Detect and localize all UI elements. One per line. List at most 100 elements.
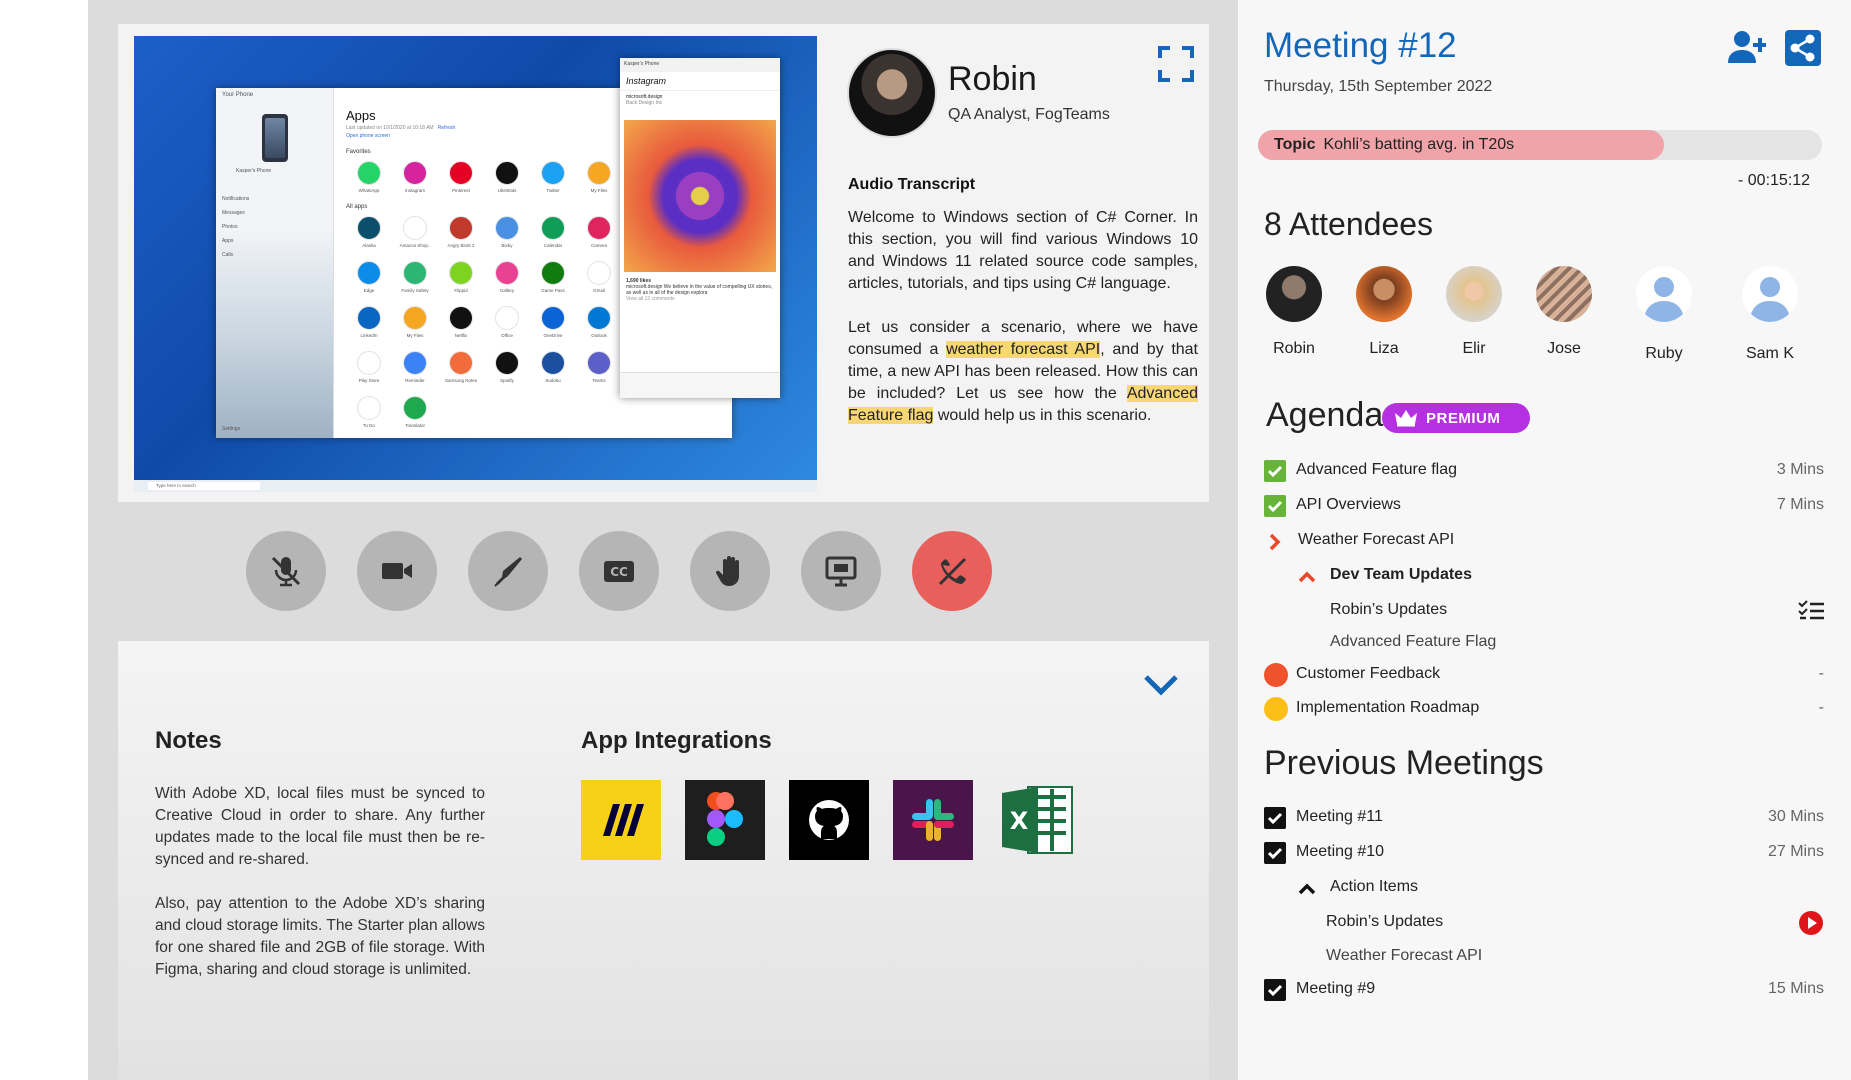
transcript-highlight-1[interactable]: weather forecast API [946, 341, 1101, 358]
checkbox-checked-icon[interactable] [1264, 979, 1286, 1001]
phone-app-tile[interactable]: Spotify [484, 351, 530, 384]
annotate-button[interactable] [468, 531, 548, 611]
app-icon [403, 306, 427, 330]
figma-icon [707, 792, 743, 846]
miro-integration[interactable] [581, 780, 661, 860]
screen-share-button[interactable] [801, 531, 881, 611]
agenda-item[interactable]: Implementation Roadmap - [1264, 696, 1824, 722]
mute-button[interactable] [246, 531, 326, 611]
agenda-item-duration: - [1818, 699, 1824, 716]
attendee[interactable]: Liza [1354, 266, 1414, 358]
phone-app-tile[interactable]: To Do [346, 396, 392, 429]
phone-app-tile[interactable]: Amazon Shop.. [392, 216, 438, 249]
phone-app-tile[interactable]: Netflix [438, 306, 484, 339]
transcript-paragraph-2: Let us consider a scenario, where we hav… [848, 317, 1198, 427]
phone-app-tile[interactable]: OneDrive [530, 306, 576, 339]
previous-meeting-item[interactable]: Meeting #10 27 Mins [1264, 840, 1824, 866]
crown-icon [1395, 410, 1417, 427]
phone-app-tile[interactable]: Pinterest [438, 161, 484, 194]
phone-app-tile[interactable]: Edge [346, 261, 392, 294]
nav-messages: Messages [222, 210, 245, 216]
app-label: Outlook [591, 333, 607, 338]
chevron-right-icon[interactable] [1268, 533, 1282, 551]
play-icon[interactable] [1798, 910, 1824, 936]
taskbar-search: Type here to search [148, 482, 260, 490]
app-icon [403, 216, 427, 240]
phone-app-tile[interactable]: Gmail [576, 261, 622, 294]
phone-app-tile[interactable]: Family Safety [392, 261, 438, 294]
topic-label: Topic [1274, 136, 1316, 153]
excel-integration[interactable]: X [997, 780, 1077, 860]
agenda-subitem[interactable]: Advanced Feature Flag [1264, 630, 1824, 656]
agenda-item[interactable]: Advanced Feature flag 3 Mins [1264, 458, 1824, 484]
phone-app-tile[interactable]: Translator [392, 396, 438, 429]
phone-app-tile[interactable]: Game Pass [530, 261, 576, 294]
previous-meeting-item[interactable]: Meeting #11 30 Mins [1264, 805, 1824, 831]
phone-app-tile[interactable]: Twitter [530, 161, 576, 194]
raise-hand-button[interactable] [690, 531, 770, 611]
app-label: Translator [404, 423, 426, 428]
agenda-subitem[interactable]: Robin’s Updates [1264, 598, 1824, 624]
phone-app-tile[interactable]: My Files [392, 306, 438, 339]
chevron-up-icon[interactable] [1298, 882, 1316, 896]
chevron-up-icon[interactable] [1298, 570, 1316, 584]
phone-app-tile[interactable]: Flippid [438, 261, 484, 294]
checkbox-checked-icon[interactable] [1264, 495, 1286, 517]
end-call-button[interactable] [912, 531, 992, 611]
previous-meeting-item[interactable]: Meeting #9 15 Mins [1264, 977, 1824, 1003]
phone-app-tile[interactable]: Calendar [530, 216, 576, 249]
phone-app-tile[interactable]: Sudoku [530, 351, 576, 384]
figma-integration[interactable] [685, 780, 765, 860]
attendee[interactable]: Jose [1534, 266, 1594, 358]
attendee[interactable]: Ruby [1634, 266, 1694, 363]
agenda-item[interactable]: Weather Forecast API [1264, 528, 1824, 554]
agenda-subitem[interactable]: Dev Team Updates [1264, 563, 1824, 589]
slack-integration[interactable] [893, 780, 973, 860]
checklist-icon[interactable] [1798, 600, 1824, 622]
phone-app-tile[interactable]: Office [484, 306, 530, 339]
phone-app-tile[interactable]: Teams [576, 351, 622, 384]
checkbox-checked-icon[interactable] [1264, 460, 1286, 482]
attendee[interactable]: Sam K [1740, 266, 1800, 363]
phone-app-tile[interactable]: Gallery [484, 261, 530, 294]
agenda-item[interactable]: API Overviews 7 Mins [1264, 493, 1824, 519]
agenda-title: Agenda [1266, 396, 1384, 434]
agenda-item[interactable]: Customer Feedback - [1264, 662, 1824, 688]
phone-app-tile[interactable]: Angry Birds 2 [438, 216, 484, 249]
phone-app-tile[interactable]: LinkedIn [346, 306, 392, 339]
phone-app-tile[interactable]: WhatsApp [346, 161, 392, 194]
checkbox-checked-icon[interactable] [1264, 842, 1286, 864]
previous-meeting-subitem[interactable]: Action Items [1264, 875, 1824, 901]
phone-app-tile[interactable]: Alaska [346, 216, 392, 249]
fullscreen-icon[interactable] [1158, 46, 1194, 82]
app-label: Reminder [405, 378, 425, 383]
phone-app-tile[interactable]: My Files [576, 161, 622, 194]
share-icon[interactable] [1785, 30, 1821, 66]
checkbox-checked-icon[interactable] [1264, 807, 1286, 829]
phone-app-tile[interactable]: Play Store [346, 351, 392, 384]
phone-app-tile[interactable]: Outlook [576, 306, 622, 339]
phone-app-tile[interactable]: Camera [576, 216, 622, 249]
phone-app-tile[interactable]: UberEats [484, 161, 530, 194]
camera-button[interactable] [357, 531, 437, 611]
phone-app-tile[interactable]: Reminder [392, 351, 438, 384]
shared-screen[interactable]: Your Phone Kasper's Phone Notifications … [134, 36, 817, 492]
pen-icon [494, 557, 522, 587]
previous-meeting-subitem[interactable]: Weather Forecast API [1264, 944, 1824, 970]
main-area: Your Phone Kasper's Phone Notifications … [88, 0, 1238, 1080]
avatar [1536, 266, 1592, 322]
app-label: Camera [590, 243, 607, 248]
github-integration[interactable] [789, 780, 869, 860]
attendee[interactable]: Robin [1264, 266, 1324, 358]
notes-title: Notes [155, 727, 222, 754]
captions-button[interactable]: CC [579, 531, 659, 611]
add-user-icon[interactable] [1728, 30, 1766, 64]
phone-app-tile[interactable]: Bixby [484, 216, 530, 249]
attendee[interactable]: Elir [1444, 266, 1504, 358]
phone-app-tile[interactable]: Samsung Notes [438, 351, 484, 384]
previous-meeting-subitem[interactable]: Robin’s Updates [1264, 910, 1824, 936]
app-label: Amazon Shop.. [399, 243, 431, 248]
chevron-down-icon[interactable] [1143, 672, 1179, 698]
svg-text:CC: CC [610, 565, 628, 579]
phone-app-tile[interactable]: Instagram [392, 161, 438, 194]
